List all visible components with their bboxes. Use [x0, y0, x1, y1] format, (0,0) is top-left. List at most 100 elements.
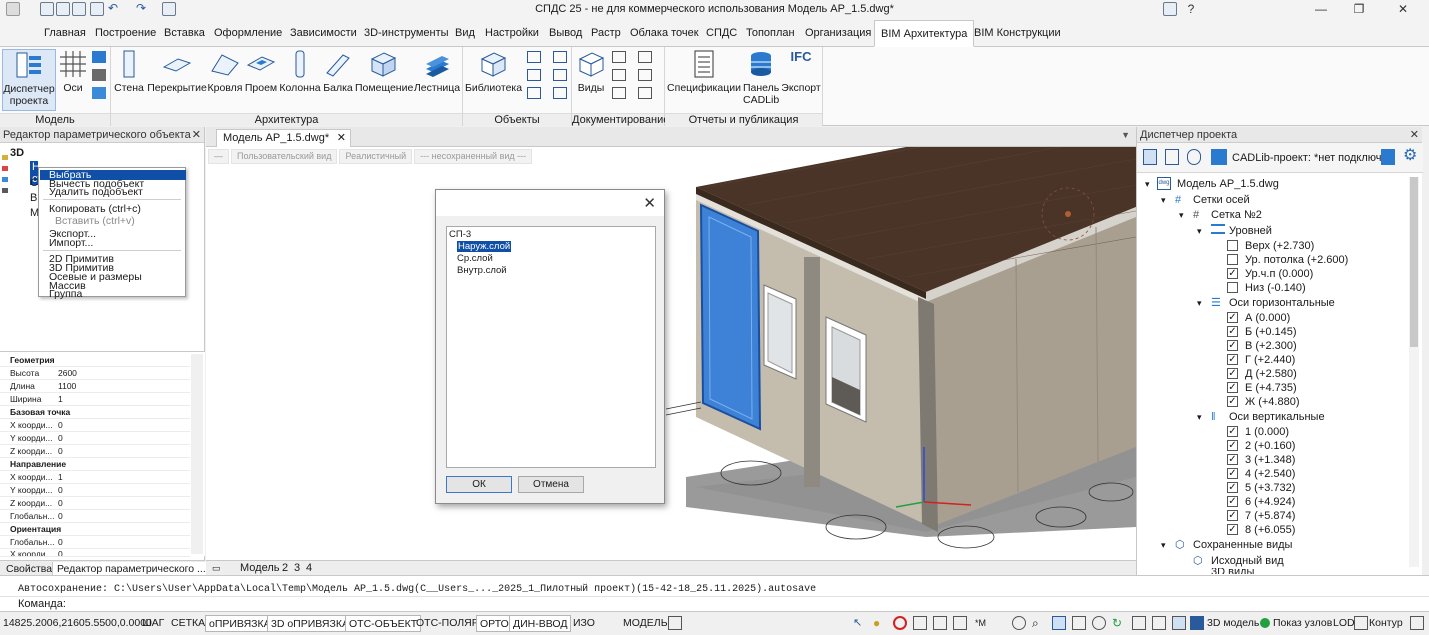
specifications-button[interactable]: Спецификации	[667, 49, 741, 94]
document-tab-close-icon[interactable]: ✕	[337, 130, 346, 146]
axis-checkbox[interactable]: ✓	[1227, 340, 1238, 351]
cadlib-folder-icon[interactable]	[1211, 149, 1227, 165]
doc-tool-4-icon[interactable]	[638, 51, 652, 63]
status-tool-icon[interactable]	[1152, 616, 1166, 630]
property-row[interactable]: Ширина 1	[0, 393, 190, 406]
project-dispatcher-button[interactable]: Диспетчер проекта	[2, 49, 56, 111]
object-tool-5-icon[interactable]	[553, 69, 567, 81]
property-row[interactable]: Y коорди... 0	[0, 432, 190, 445]
level-checkbox[interactable]: ✓	[1227, 268, 1238, 279]
annotation-scale-icon[interactable]: *M	[975, 616, 989, 630]
doc-tool-6-icon[interactable]	[638, 87, 652, 99]
axis-item[interactable]: 4 (+2.540)	[1245, 467, 1295, 481]
axis-checkbox[interactable]: ✓	[1227, 468, 1238, 479]
level-item[interactable]: Верх (+2.730)	[1245, 239, 1314, 253]
tree-root[interactable]: 3D	[10, 147, 24, 159]
model-view-icon[interactable]	[1143, 149, 1157, 165]
tree-grid[interactable]: Сетка №2	[1211, 208, 1262, 222]
stair-button[interactable]: Лестница	[413, 49, 461, 94]
tab-layout-4[interactable]: 4	[306, 561, 312, 575]
tree-file[interactable]: Модель АР_1.5.dwg	[1177, 177, 1279, 191]
panel-close-icon[interactable]: ✕	[192, 127, 201, 143]
tab-output[interactable]: Вывод	[543, 20, 588, 47]
axis-checkbox[interactable]: ✓	[1227, 426, 1238, 437]
collapse-icon[interactable]: ▾	[1145, 177, 1150, 191]
pan-icon[interactable]	[1012, 616, 1026, 630]
saved-view[interactable]: --- несохраненный вид ---	[414, 149, 533, 164]
material-icon[interactable]	[1187, 149, 1201, 165]
layout-menu-icon[interactable]: ▭	[212, 561, 221, 575]
polar-tracking-toggle[interactable]: ОТС-ПОЛЯР	[413, 615, 482, 632]
axis-checkbox[interactable]: ✓	[1227, 524, 1238, 535]
object-tool-4-icon[interactable]	[553, 51, 567, 63]
wall-button[interactable]: Стена	[114, 49, 144, 94]
views-button[interactable]: Виды	[574, 49, 608, 94]
help-icon[interactable]: ?	[1180, 2, 1202, 17]
status-tool-icon[interactable]	[1132, 616, 1146, 630]
menu-item-copy[interactable]: Копировать (ctrl+c)	[49, 204, 141, 215]
property-row[interactable]: Высота 2600	[0, 367, 190, 380]
tab-topoplan[interactable]: Топоплан	[740, 20, 801, 47]
ok-button[interactable]: ОК	[446, 476, 512, 493]
tab-layout-2[interactable]: 2	[282, 561, 288, 575]
level-item[interactable]: Ур. потолка (+2.600)	[1245, 253, 1348, 267]
zoom-window-icon[interactable]	[1052, 616, 1066, 630]
axis-checkbox[interactable]: ✓	[1227, 326, 1238, 337]
level-checkbox[interactable]	[1227, 282, 1238, 293]
library-button[interactable]: Библиотека	[465, 49, 522, 94]
section-icon[interactable]	[92, 69, 106, 81]
object-tracking-toggle[interactable]: ОТС-ОБЪЕКТ	[345, 615, 422, 632]
tree-3d-views[interactable]: 3D виды	[1211, 568, 1254, 574]
axis-checkbox[interactable]: ✓	[1227, 440, 1238, 451]
command-prompt[interactable]: Команда:	[18, 598, 66, 610]
tree-levels[interactable]: Уровней	[1229, 224, 1272, 238]
status-tool-icon[interactable]	[913, 616, 927, 630]
tree-tool-icon[interactable]	[2, 177, 8, 182]
object-tool-2-icon[interactable]	[527, 69, 541, 81]
model-space-toggle[interactable]: МОДЕЛЬ	[620, 615, 671, 632]
doc-tool-1-icon[interactable]	[612, 51, 626, 63]
axis-item[interactable]: 6 (+4.924)	[1245, 495, 1295, 509]
gear-icon[interactable]: ⚙	[1403, 148, 1417, 164]
status-tool-icon[interactable]	[953, 616, 967, 630]
tree-tool-icon[interactable]	[2, 166, 8, 171]
tree-saved-views[interactable]: Сохраненные виды	[1193, 538, 1292, 552]
orbit-icon[interactable]	[1092, 616, 1106, 630]
opening-button[interactable]: Проем	[243, 49, 279, 94]
doc-tool-3-icon[interactable]	[612, 87, 626, 99]
layer-item-inner[interactable]: Внутр.слой	[457, 265, 507, 276]
tab-format[interactable]: Оформление	[208, 20, 288, 47]
cancel-button[interactable]: Отмена	[518, 476, 584, 493]
close-button[interactable]: ✕	[1392, 2, 1414, 17]
collapse-icon[interactable]: ▾	[1197, 296, 1202, 310]
tab-model[interactable]: Модель	[240, 561, 279, 575]
property-row[interactable]: Х коорди... 0	[0, 548, 190, 557]
collapse-icon[interactable]: ▾	[1197, 410, 1202, 424]
isolate-icon[interactable]	[893, 616, 907, 630]
axis-checkbox[interactable]: ✓	[1227, 396, 1238, 407]
tab-build[interactable]: Построение	[89, 20, 162, 47]
axis-checkbox[interactable]: ✓	[1227, 368, 1238, 379]
tab-3d-tools[interactable]: 3D-инструменты	[358, 20, 455, 47]
axis-item[interactable]: Ж (+4.880)	[1245, 395, 1300, 409]
property-row[interactable]: X коорди... 1	[0, 471, 190, 484]
axis-item[interactable]: Д (+2.580)	[1245, 367, 1297, 381]
tree-horizontal-axes[interactable]: Оси горизонтальные	[1229, 296, 1335, 310]
layer-icon[interactable]	[92, 87, 106, 99]
axis-item[interactable]: В (+2.300)	[1245, 339, 1297, 353]
grid-toggle[interactable]: СЕТКА	[168, 615, 208, 632]
sheet-view-icon[interactable]	[1165, 149, 1179, 165]
tab-settings[interactable]: Настройки	[479, 20, 545, 47]
tabs-dropdown-icon[interactable]: ▼	[1121, 130, 1130, 140]
tree-tool-icon[interactable]	[2, 188, 8, 193]
workspace-icon[interactable]	[1163, 2, 1177, 16]
tree-initial-view[interactable]: Исходный вид	[1211, 554, 1284, 568]
axis-item[interactable]: Е (+4.735)	[1245, 381, 1297, 395]
panel-close-icon[interactable]: ✕	[1410, 127, 1419, 143]
level-checkbox[interactable]	[1227, 240, 1238, 251]
level-checkbox[interactable]	[1227, 254, 1238, 265]
dynamic-input-toggle[interactable]: ДИН-ВВОД	[509, 615, 572, 632]
tab-parametric-editor[interactable]: Редактор параметрического ...	[52, 562, 211, 576]
property-row[interactable]: Z коорди... 0	[0, 497, 190, 510]
tab-raster[interactable]: Растр	[585, 20, 627, 47]
